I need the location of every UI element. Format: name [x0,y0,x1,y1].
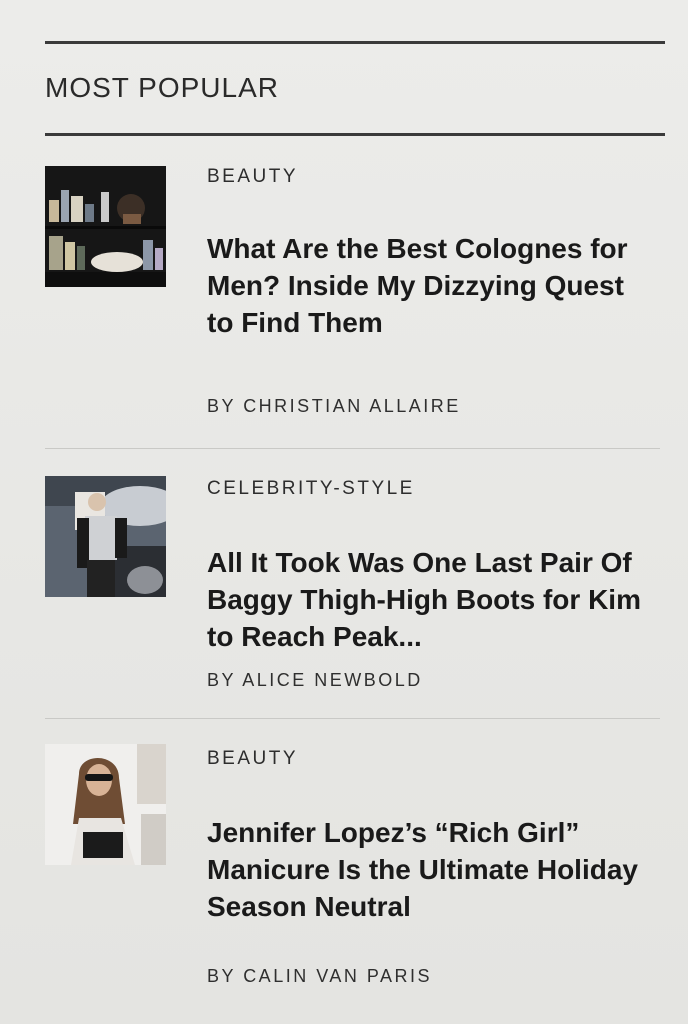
article-item[interactable]: BEAUTY What Are the Best Colognes for Me… [45,166,660,449]
article-thumbnail[interactable] [45,166,166,287]
portrait-sunglasses-thumbnail-icon [45,744,166,865]
article-headline[interactable]: What Are the Best Colognes for Men? Insi… [207,230,647,341]
article-byline[interactable]: BY CHRISTIAN ALLAIRE [207,396,461,417]
article-headline[interactable]: Jennifer Lopez’s “Rich Girl” Manicure Is… [207,814,647,925]
article-divider [45,718,660,719]
article-thumbnail[interactable] [45,744,166,865]
section-title: MOST POPULAR [45,72,279,103]
article-item[interactable]: CELEBRITY-STYLE All It Took Was One Last… [45,476,660,719]
article-category[interactable]: BEAUTY [207,748,298,770]
article-category[interactable]: CELEBRITY-STYLE [207,478,415,500]
article-byline[interactable]: BY ALICE NEWBOLD [207,670,423,691]
article-thumbnail[interactable] [45,476,166,597]
title-divider [45,133,665,136]
article-divider [45,448,660,449]
cologne-bottles-thumbnail-icon [45,166,166,287]
article-item[interactable]: BEAUTY Jennifer Lopez’s “Rich Girl” Mani… [45,744,660,994]
top-divider [45,41,665,44]
most-popular-page: MOST POPULAR BEAUTY What Are the Best Co… [0,0,688,1024]
article-byline[interactable]: BY CALIN VAN PARIS [207,966,432,987]
celebrity-outfit-thumbnail-icon [45,476,166,597]
article-headline[interactable]: All It Took Was One Last Pair Of Baggy T… [207,544,647,655]
article-category[interactable]: BEAUTY [207,166,298,188]
